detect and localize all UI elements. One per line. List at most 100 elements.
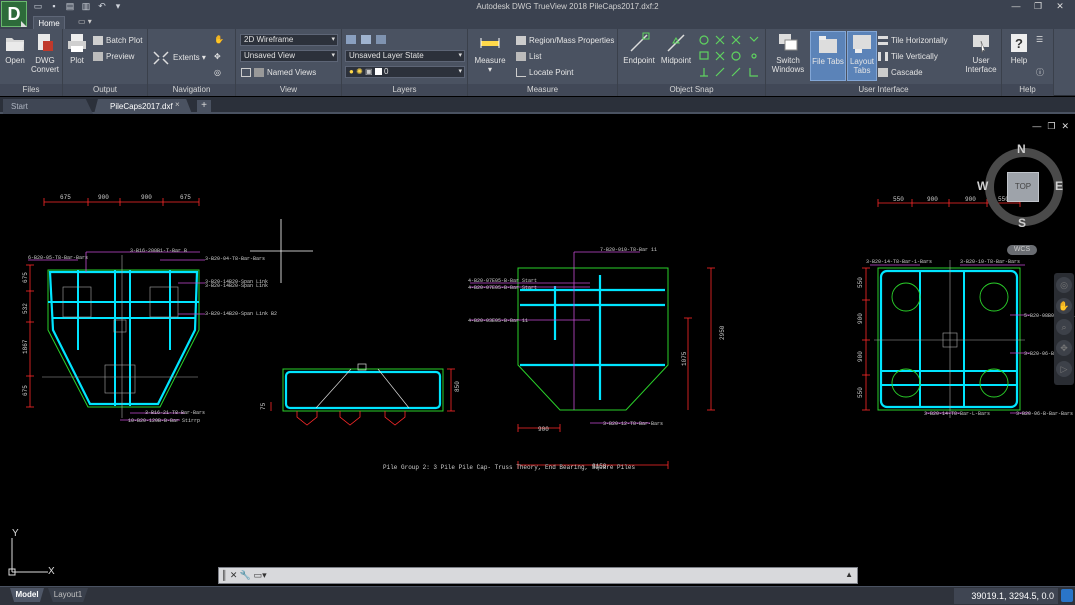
- zoom-nav-icon[interactable]: ⌕: [1056, 319, 1072, 335]
- dwg-convert-button[interactable]: DWG Convert: [30, 32, 60, 74]
- pan-nav-icon[interactable]: ✋: [1056, 298, 1072, 314]
- panel-output-label: Output: [63, 84, 147, 96]
- open-button[interactable]: Open: [3, 32, 27, 65]
- endpoint-snap-button[interactable]: Endpoint: [621, 32, 657, 65]
- compass-east[interactable]: E: [1055, 179, 1063, 193]
- drawing-close-icon[interactable]: ✕: [1061, 121, 1069, 132]
- extents-button[interactable]: Extents ▾: [152, 50, 206, 65]
- layout-tabs-label-2: Tabs: [853, 66, 871, 75]
- restore-icon[interactable]: ❐: [1027, 0, 1049, 13]
- pan-icon[interactable]: ✋: [214, 33, 224, 46]
- ucs-y-label: Y: [12, 528, 19, 539]
- dimension-label: 900: [98, 194, 109, 201]
- saved-view-dropdown[interactable]: Unsaved View ▾: [240, 50, 338, 62]
- switch-windows-button[interactable]: Switch Windows: [770, 32, 806, 74]
- tile-vertically-icon: [878, 52, 888, 62]
- switch-windows-icon: [779, 34, 798, 51]
- compass-north[interactable]: N: [1017, 142, 1026, 156]
- help-button[interactable]: ? Help: [1006, 32, 1032, 65]
- minimize-icon[interactable]: —: [1005, 0, 1027, 13]
- compass-west[interactable]: W: [977, 179, 988, 193]
- current-layer-dropdown[interactable]: ● ✺ ▣ 0 ▾: [345, 66, 465, 78]
- close-icon[interactable]: ✕: [1049, 0, 1071, 13]
- command-history-icon[interactable]: ▲: [845, 570, 853, 579]
- tab-home[interactable]: Home: [33, 16, 65, 29]
- dim-2950: 2950: [719, 325, 726, 340]
- svg-text:?: ?: [1015, 36, 1023, 51]
- help-menu-icon[interactable]: ☰: [1036, 33, 1043, 46]
- ruler-icon: [480, 38, 500, 48]
- batch-plot-button[interactable]: Batch Plot: [93, 34, 142, 47]
- locate-point-button[interactable]: Locate Point: [516, 66, 573, 79]
- dimension-label: 550: [857, 277, 864, 288]
- dimension-label: 675: [180, 194, 191, 201]
- pile-cap-plan-left: 3-B16-200B1-T-Bar B3-B20-04-T8-Bar-Bars …: [26, 198, 277, 424]
- tab-model[interactable]: Model: [10, 588, 44, 602]
- user-interface-button[interactable]: User Interface: [962, 32, 1000, 74]
- coordinate-display[interactable]: 39019.1, 3294.5, 0.0: [954, 588, 1058, 604]
- drawing-minimize-icon[interactable]: —: [1032, 121, 1041, 132]
- orbit-nav-icon[interactable]: ✥: [1056, 340, 1072, 356]
- layer-tools[interactable]: [346, 33, 389, 46]
- wcs-menu-button[interactable]: WCS: [1007, 245, 1037, 255]
- cascade-label: Cascade: [891, 68, 923, 77]
- svg-text:3-B16-200B1-T-Bar B: 3-B16-200B1-T-Bar B: [130, 248, 187, 254]
- measure-button[interactable]: Measure ▾: [472, 32, 508, 74]
- drawing-caption: Pile Group 2: 3 Pile Pile Cap- Truss The…: [383, 464, 635, 471]
- tile-horizontally-button[interactable]: Tile Horizontally: [878, 34, 948, 47]
- pile-cap-plan-right: 3-B20-14-T8-Bar-1-Bars 3-B20-10-T8-Bar-Ba…: [862, 199, 1075, 418]
- ribbon-toggle-icon[interactable]: ▭ ▾: [78, 17, 98, 27]
- panel-help-label: Help: [1002, 84, 1053, 96]
- views-icon: [254, 68, 264, 78]
- svg-text:4-B20-07E05-B-Bar Start: 4-B20-07E05-B-Bar Start: [468, 285, 537, 291]
- plot-button[interactable]: Plot: [65, 32, 89, 65]
- panel-navigation-label: Navigation: [148, 84, 235, 96]
- dwg-convert-label-1: DWG: [35, 56, 55, 65]
- application-menu-button[interactable]: D: [1, 1, 27, 27]
- compass-south[interactable]: S: [1018, 216, 1026, 230]
- viewcube-top-face[interactable]: TOP: [1007, 172, 1039, 202]
- svg-text:3-B16-21-T8-Bar-Bars: 3-B16-21-T8-Bar-Bars: [145, 410, 205, 416]
- tile-vertically-button[interactable]: Tile Vertically: [878, 50, 938, 63]
- layer-properties-icon: [346, 35, 356, 45]
- tab-layout1[interactable]: Layout1: [48, 588, 88, 602]
- steering-wheels-icon[interactable]: ◎: [1056, 277, 1072, 293]
- open-label: Open: [5, 56, 25, 65]
- list-button[interactable]: List: [516, 50, 541, 63]
- command-line-controls[interactable]: ║ ✕ 🔧 ▭▾: [221, 570, 267, 581]
- steering-wheel-icon[interactable]: ◎: [214, 66, 221, 79]
- ucs-x-label: X: [48, 566, 55, 577]
- svg-text:10-B20-120B-B-Bar Stirrp: 10-B20-120B-B-Bar Stirrp: [128, 418, 200, 424]
- dimension-label: 900: [927, 196, 938, 203]
- preview-button[interactable]: Preview: [93, 50, 134, 63]
- midpoint-snap-button[interactable]: Midpoint: [658, 32, 694, 65]
- layer-state-dropdown[interactable]: Unsaved Layer State ▾: [345, 50, 465, 62]
- list-label: List: [529, 52, 542, 61]
- customization-icon[interactable]: [1061, 589, 1073, 602]
- panel-files: Open DWG Convert Files: [0, 29, 63, 96]
- file-tab-start[interactable]: Start: [3, 99, 93, 114]
- panel-layers: Unsaved Layer State ▾ ● ✺ ▣ 0 ▾ Layers: [342, 29, 468, 96]
- drawing-canvas[interactable]: 3-B16-200B1-T-Bar B 3-B20-04-T8-Bar-Bars …: [0, 116, 1075, 586]
- layout-tabs-toggle[interactable]: Layout Tabs: [847, 31, 877, 81]
- svg-text:3-B20-04-T8-Bar-Bars: 3-B20-04-T8-Bar-Bars: [205, 256, 265, 262]
- navigation-bar: ◎ ✋ ⌕ ✥ ▷: [1054, 273, 1074, 385]
- showmotion-icon[interactable]: ▷: [1056, 361, 1072, 377]
- command-line: ║ ✕ 🔧 ▭▾ ▲: [218, 567, 858, 584]
- info-icon[interactable]: ⓘ: [1036, 66, 1044, 79]
- cascade-button[interactable]: Cascade: [878, 66, 923, 79]
- close-tab-icon[interactable]: ×: [175, 100, 180, 109]
- command-input[interactable]: [273, 569, 843, 582]
- named-views-button[interactable]: Named Views: [241, 66, 316, 79]
- visual-style-dropdown[interactable]: 2D Wireframe ▾: [240, 34, 338, 46]
- snap-mode-grid[interactable]: [698, 34, 762, 80]
- drawing-restore-icon[interactable]: ❐: [1047, 121, 1055, 132]
- region-mass-button[interactable]: Region/Mass Properties: [516, 34, 614, 47]
- cascade-icon: [878, 68, 888, 78]
- new-tab-icon[interactable]: +: [197, 100, 211, 112]
- file-tabs-toggle[interactable]: File Tabs: [810, 31, 846, 81]
- viewcube[interactable]: TOP N S E W: [977, 142, 1063, 230]
- window-controls: — ❐ ✕: [1005, 0, 1071, 13]
- svg-text:3-B20-14B20-Span Link B2: 3-B20-14B20-Span Link B2: [205, 311, 277, 317]
- orbit-icon[interactable]: ✥: [214, 50, 221, 63]
